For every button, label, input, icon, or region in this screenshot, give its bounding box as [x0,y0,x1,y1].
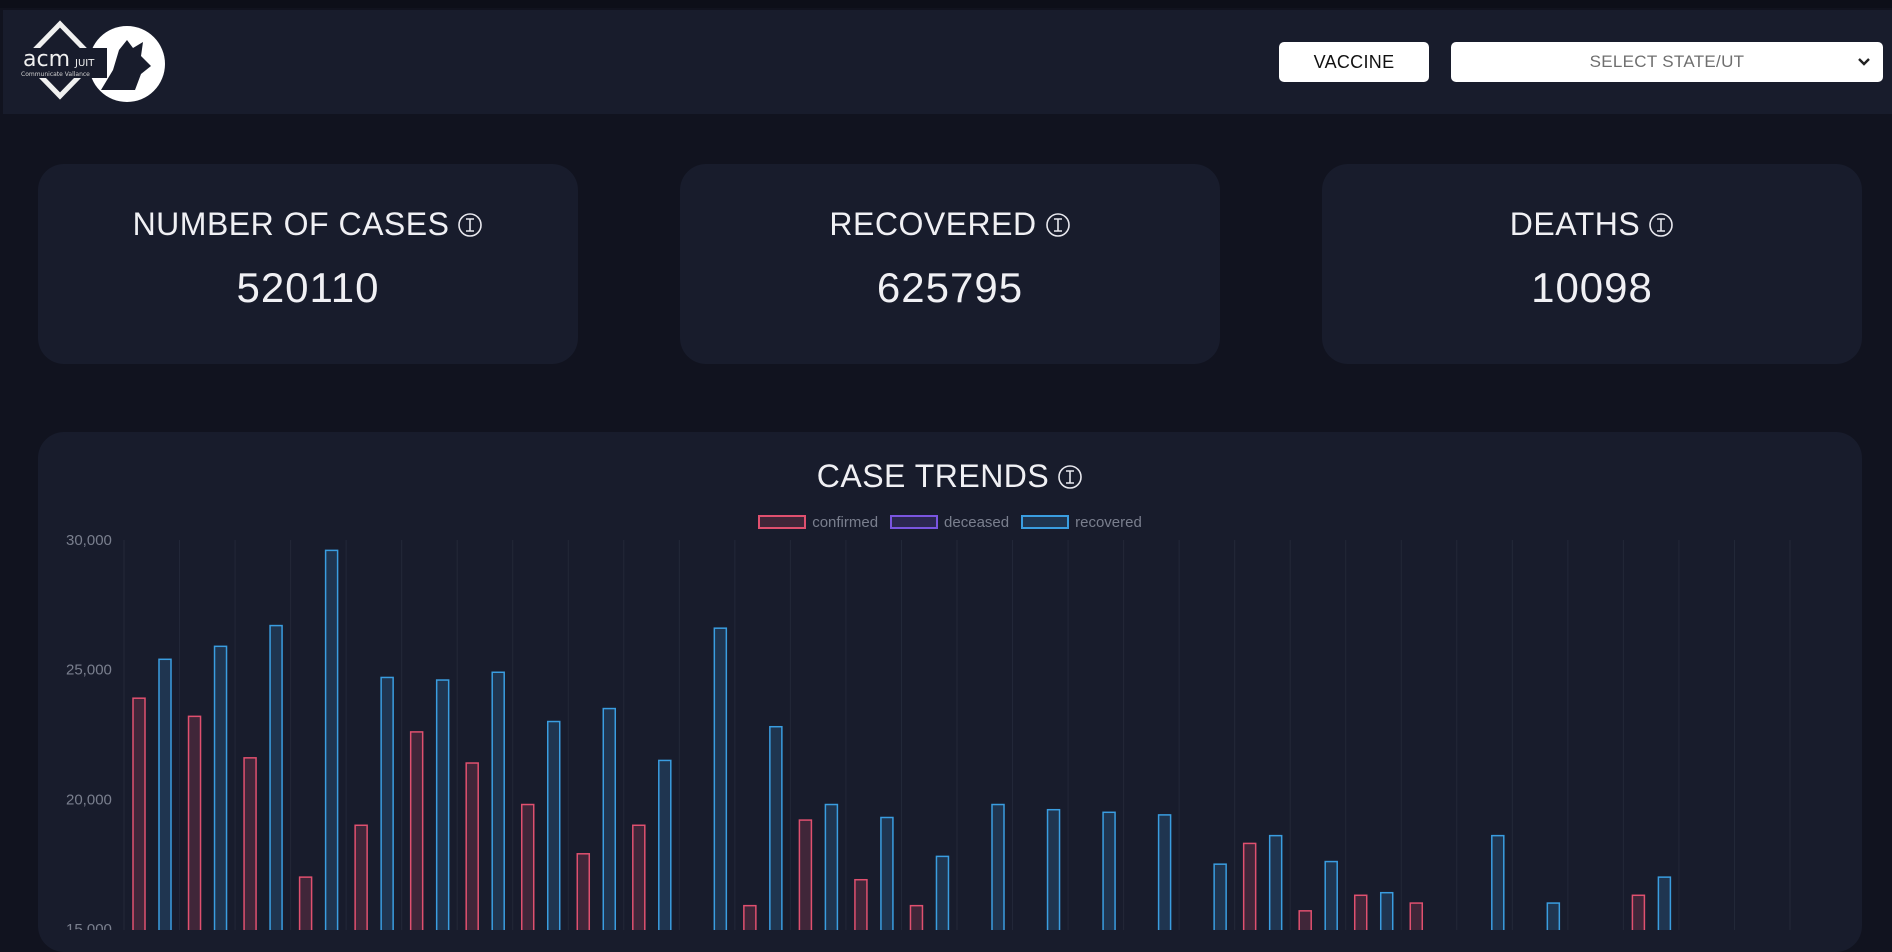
bar-recovered [1213,863,1227,930]
chart-legend: confirmed deceased recovered [38,512,1862,532]
bar-confirmed [909,904,924,930]
bar-recovered [435,679,450,930]
bar-recovered [546,720,561,930]
bar-confirmed [576,853,591,930]
bar-confirmed [1353,894,1368,930]
bar-confirmed [1298,910,1312,930]
deaths-card: DEATHS 10098 [1322,164,1862,364]
bar-confirmed [409,731,424,930]
legend-label-confirmed: confirmed [812,513,879,531]
bar-confirmed [1242,842,1257,930]
bar-recovered [1268,834,1283,930]
bar-recovered [269,624,283,930]
bar-confirmed [187,715,202,930]
acm-juit-logo[interactable]: acm JUIT Communicate Vallance [15,20,165,108]
header-bar: acm JUIT Communicate Vallance VACCINE SE… [3,10,1892,114]
recovered-title: RECOVERED [829,206,1037,242]
bar-recovered [1491,834,1505,930]
bar-recovered [880,816,894,930]
legend-item-deceased[interactable]: deceased [890,512,1009,532]
legend-swatch-recovered [1021,515,1070,529]
bar-confirmed [632,824,646,930]
bar-recovered [158,658,172,930]
bar-confirmed [854,878,868,930]
y-tick-label: 15,000 [66,921,112,930]
recovered-card: RECOVERED 625795 [680,164,1220,364]
bar-confirmed [1631,894,1646,930]
bar-recovered [935,855,950,930]
y-tick-label: 25,000 [66,662,112,679]
bar-recovered [380,676,394,930]
legend-item-recovered[interactable]: recovered [1021,512,1142,532]
bar-recovered [491,671,505,930]
legend-swatch-confirmed [758,515,807,529]
chevron-down-icon [1858,58,1870,66]
bar-confirmed [354,824,368,930]
bar-recovered [991,803,1005,930]
svg-text:JUIT: JUIT [74,58,95,69]
chart-title: CASE TRENDS [816,458,1050,494]
vaccine-button[interactable]: VACCINE [1279,42,1429,82]
bar-recovered [658,759,672,930]
case-trends-chart: 30,000 25,000 20,000 15,000 [66,532,1791,930]
bar-confirmed [243,757,257,930]
bar-recovered [1379,891,1394,930]
info-icon[interactable] [1057,464,1083,490]
deaths-value: 10098 [1531,264,1653,311]
info-icon[interactable] [457,212,483,238]
state-select-value: SELECT STATE/UT [1589,52,1745,71]
bar-confirmed [132,697,146,930]
cases-value: 520110 [236,264,380,311]
info-icon[interactable] [1648,212,1674,238]
y-tick-label: 30,000 [66,532,112,549]
legend-swatch-deceased [890,515,939,529]
y-tick-label: 20,000 [66,791,112,808]
bar-confirmed [1409,902,1424,930]
recovered-value: 625795 [876,264,1024,311]
bar-recovered [1546,902,1561,930]
top-edge [0,0,1892,8]
bar-recovered [713,627,728,930]
deaths-title: DEATHS [1509,206,1641,242]
bar-recovered [324,549,339,930]
info-icon[interactable] [1045,212,1071,238]
bar-recovered [1157,814,1172,930]
bar-confirmed [520,803,535,930]
bar-recovered [1046,808,1061,930]
state-select[interactable]: SELECT STATE/UT [1451,42,1883,82]
svg-text:acm: acm [23,47,70,72]
bar-confirmed [465,762,479,930]
svg-text:Communicate Vallance: Communicate Vallance [21,71,90,78]
bar-confirmed [743,904,757,930]
bar-recovered [769,725,783,930]
legend-item-confirmed[interactable]: confirmed [758,512,878,532]
bar-confirmed [798,819,813,930]
bar-recovered [824,803,839,930]
cases-title: NUMBER OF CASES [132,206,450,242]
bar-confirmed [298,876,313,930]
case-trends-card: 30,000 25,000 20,000 15,000 CASE TRENDS con… [38,432,1862,952]
bar-recovered [1657,876,1672,930]
cases-card: NUMBER OF CASES 520110 [38,164,578,364]
legend-label-deceased: deceased [944,513,1010,531]
legend-label-recovered: recovered [1075,513,1142,531]
bar-recovered [1102,811,1116,930]
bar-recovered [1324,860,1338,930]
bar-recovered [602,707,617,930]
bar-recovered [213,645,228,930]
